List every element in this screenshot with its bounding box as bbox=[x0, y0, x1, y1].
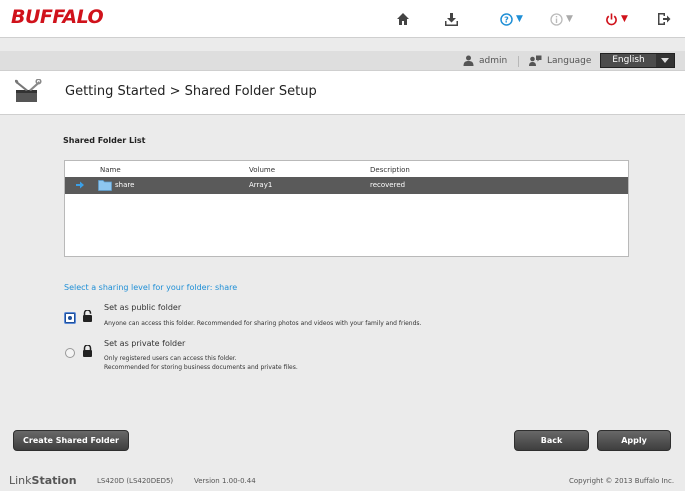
power-icon bbox=[606, 13, 617, 25]
divider bbox=[518, 56, 519, 67]
top-bar: BUFFALO ? ▼ ▼ ▼ bbox=[0, 0, 685, 38]
folder-name-cell: share bbox=[115, 181, 135, 189]
shared-folder-table: Name Volume Description share Array1 rec… bbox=[64, 160, 629, 257]
home-icon bbox=[397, 13, 409, 25]
language-icon bbox=[529, 55, 542, 66]
arrow-right-icon bbox=[76, 181, 84, 189]
logout-icon bbox=[658, 13, 671, 25]
description-cell: recovered bbox=[370, 181, 406, 189]
private-folder-label: Set as private folder bbox=[104, 339, 186, 348]
help-icon: ? bbox=[500, 12, 513, 26]
user-bar: admin Language English bbox=[0, 51, 685, 71]
info-icon bbox=[550, 12, 563, 26]
help-menu[interactable]: ? ▼ bbox=[500, 10, 523, 28]
chevron-down-icon bbox=[656, 57, 674, 64]
product-logo: LinkStation bbox=[9, 474, 77, 487]
buffalo-logo: BUFFALO bbox=[11, 6, 104, 28]
page-header: Getting Started > Shared Folder Setup bbox=[0, 71, 685, 115]
column-description-header: Description bbox=[370, 166, 410, 174]
download-icon bbox=[445, 12, 458, 26]
info-menu[interactable]: ▼ bbox=[550, 10, 573, 28]
copyright: Copyright © 2013 Buffalo Inc. bbox=[569, 477, 675, 485]
column-volume-header: Volume bbox=[249, 166, 276, 174]
create-shared-folder-button[interactable]: Create Shared Folder bbox=[13, 430, 129, 451]
footer: LinkStation LS420D (LS420DED5) Version 1… bbox=[0, 472, 685, 491]
volume-cell: Array1 bbox=[249, 181, 273, 189]
lock-open-icon bbox=[83, 310, 92, 322]
chevron-down-icon: ▼ bbox=[566, 13, 573, 24]
private-folder-description-1: Only registered users can access this fo… bbox=[104, 355, 237, 362]
language-select[interactable]: English bbox=[600, 53, 675, 68]
lock-closed-icon bbox=[83, 345, 92, 357]
private-folder-radio[interactable] bbox=[65, 348, 75, 358]
table-row[interactable]: share Array1 recovered bbox=[65, 177, 628, 194]
table-header: Name Volume Description bbox=[65, 161, 628, 177]
model-number: LS420D (LS420DED5) bbox=[97, 477, 174, 485]
sharing-level-prompt: Select a sharing level for your folder: … bbox=[64, 283, 238, 292]
public-folder-option: Set as public folder Anyone can access t… bbox=[64, 303, 484, 329]
back-button[interactable]: Back bbox=[514, 430, 589, 451]
download-button[interactable] bbox=[444, 10, 459, 28]
folder-icon bbox=[98, 180, 112, 191]
user-menu[interactable]: admin bbox=[463, 55, 507, 66]
username: admin bbox=[479, 55, 508, 66]
language-label: Language bbox=[529, 55, 591, 66]
user-icon bbox=[463, 55, 474, 66]
page-title: Getting Started > Shared Folder Setup bbox=[65, 84, 317, 99]
logout-button[interactable] bbox=[657, 10, 671, 28]
language-value: English bbox=[601, 54, 656, 67]
private-folder-option: Set as private folder Only registered us… bbox=[64, 339, 484, 375]
chevron-down-icon: ▼ bbox=[621, 13, 628, 24]
chevron-down-icon: ▼ bbox=[516, 13, 523, 24]
public-folder-radio[interactable] bbox=[65, 313, 75, 323]
shared-folder-list-title: Shared Folder List bbox=[63, 136, 146, 145]
column-name-header: Name bbox=[100, 166, 121, 174]
public-folder-label: Set as public folder bbox=[104, 303, 182, 312]
power-menu[interactable]: ▼ bbox=[605, 10, 628, 28]
apply-button[interactable]: Apply bbox=[597, 430, 671, 451]
public-folder-description: Anyone can access this folder. Recommend… bbox=[104, 320, 422, 327]
firmware-version: Version 1.00-0.44 bbox=[194, 477, 256, 485]
home-button[interactable] bbox=[396, 10, 410, 28]
private-folder-description-2: Recommended for storing business documen… bbox=[104, 364, 298, 371]
svg-text:?: ? bbox=[504, 15, 509, 24]
tools-icon bbox=[15, 79, 42, 102]
